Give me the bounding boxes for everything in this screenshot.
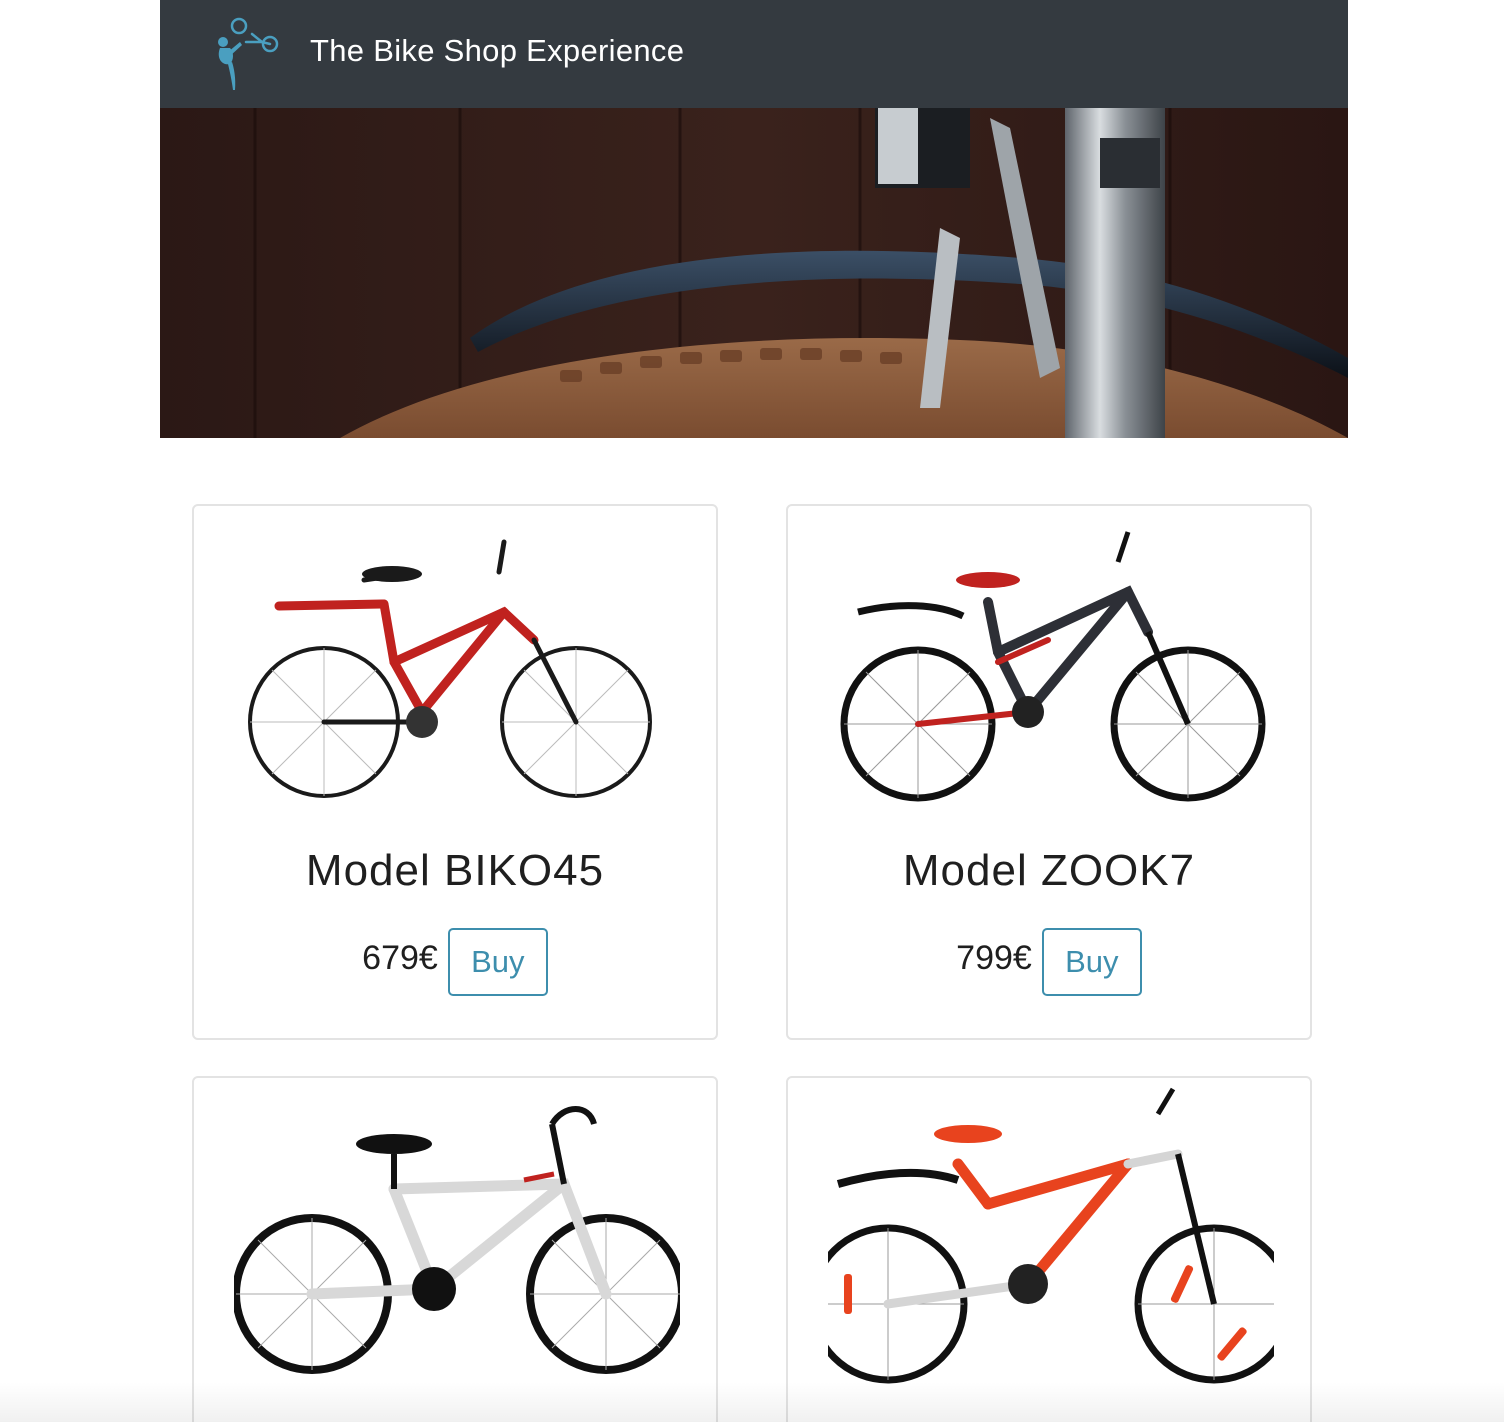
buy-button[interactable]: Buy	[447, 928, 548, 996]
price-row: 799€ Buy	[788, 928, 1310, 996]
product-card	[192, 1076, 718, 1422]
cyclist-logo-icon[interactable]	[212, 12, 282, 92]
black-bicycle-image	[840, 531, 1266, 802]
bottom-shadow	[0, 1382, 1504, 1422]
product-title: Model BIKO45	[305, 846, 605, 895]
bike-wheel-closeup-photo	[160, 108, 1348, 438]
orange-bicycle-image	[828, 1087, 1274, 1384]
product-card	[786, 1076, 1312, 1422]
white-bicycle-image	[234, 1106, 680, 1374]
product-title: Model ZOOK7	[902, 846, 1196, 895]
page: The Bike Shop Experience Model BIKO45 67…	[0, 0, 1504, 1422]
buy-button[interactable]: Buy	[1041, 928, 1142, 996]
product-price: 679€	[362, 938, 438, 977]
product-card: Model ZOOK7 799€ Buy	[786, 504, 1312, 1040]
navbar: The Bike Shop Experience	[160, 0, 1348, 108]
hero-banner	[160, 108, 1348, 438]
product-card: Model BIKO45 679€ Buy	[192, 504, 718, 1040]
brand-title[interactable]: The Bike Shop Experience	[310, 30, 684, 72]
red-bicycle-image	[248, 539, 652, 798]
product-price: 799€	[956, 938, 1032, 977]
price-row: 679€ Buy	[194, 928, 716, 996]
